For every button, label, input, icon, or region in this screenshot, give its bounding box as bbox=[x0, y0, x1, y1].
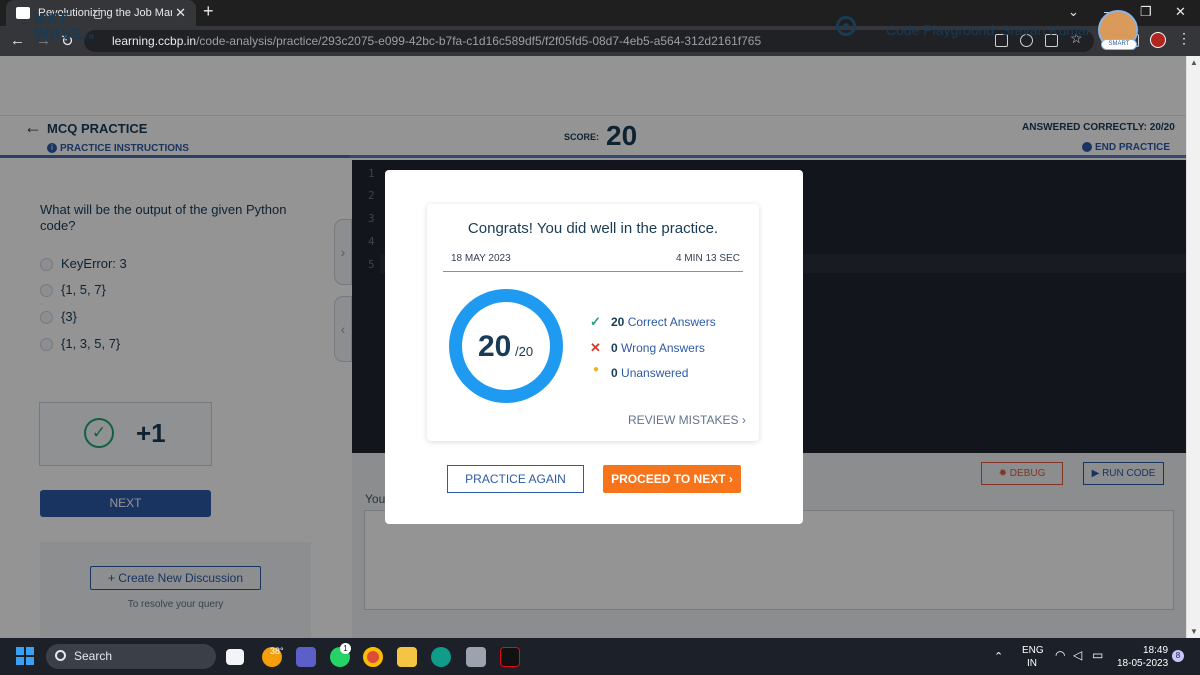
lock-icon[interactable] bbox=[94, 10, 102, 19]
review-mistakes-link[interactable]: REVIEW MISTAKES › bbox=[628, 413, 746, 427]
divider bbox=[443, 271, 743, 272]
search-icon bbox=[55, 650, 66, 661]
weather-temp: 38° bbox=[270, 646, 284, 656]
chevron-right-icon: › bbox=[728, 472, 733, 486]
tab-search-icon[interactable]: ⌄ bbox=[1068, 4, 1079, 20]
lang-secondary[interactable]: IN bbox=[1027, 658, 1037, 669]
unanswered-label: Unanswered bbox=[621, 366, 689, 380]
scroll-up-icon[interactable]: ▲ bbox=[1190, 58, 1198, 67]
logo-line2: WAVE bbox=[34, 26, 84, 43]
whatsapp-badge: 1 bbox=[340, 643, 351, 654]
profile-icon[interactable] bbox=[1150, 32, 1166, 48]
chevron-right-icon: › bbox=[741, 413, 746, 427]
windows-start-icon[interactable] bbox=[16, 647, 34, 665]
scroll-down-icon[interactable]: ▼ bbox=[1190, 627, 1198, 636]
close-window-icon[interactable]: ✕ bbox=[1175, 4, 1186, 20]
notification-badge[interactable]: 8 bbox=[1172, 650, 1184, 662]
wifi-icon[interactable]: ◠ bbox=[1055, 648, 1065, 662]
dot-icon: ● bbox=[593, 364, 600, 375]
proceed-label: PROCEED TO NEXT bbox=[611, 472, 726, 486]
correct-label: Correct Answers bbox=[627, 315, 716, 329]
review-label: REVIEW MISTAKES bbox=[628, 413, 739, 427]
code-playground-link[interactable]: Code Playground bbox=[886, 22, 994, 38]
congrats-message: Congrats! You did well in the practice. bbox=[467, 220, 719, 237]
clock-time[interactable]: 18:49 bbox=[1143, 645, 1168, 656]
windows-taskbar: Search ⌃ ◠ ◁ ▭ bbox=[0, 638, 1200, 675]
ring-score: 20 bbox=[478, 330, 512, 363]
favicon-icon bbox=[16, 7, 30, 19]
new-tab-icon[interactable]: + bbox=[203, 1, 214, 22]
stopwatch-icon[interactable] bbox=[836, 16, 856, 36]
correct-count: 20 bbox=[611, 315, 625, 329]
battery-icon[interactable]: ▭ bbox=[1092, 648, 1103, 662]
logo-line1: NXT bbox=[34, 11, 69, 28]
clock-date[interactable]: 18-05-2023 bbox=[1117, 658, 1168, 669]
practice-duration: 4 MIN 13 SEC bbox=[676, 253, 740, 264]
close-tab-icon[interactable]: ✕ bbox=[175, 5, 186, 21]
practice-date: 18 MAY 2023 bbox=[451, 253, 511, 264]
page-scrollbar[interactable]: ▲ ▼ bbox=[1186, 56, 1200, 638]
netflix-icon[interactable] bbox=[500, 647, 520, 667]
volume-icon[interactable]: ◁ bbox=[1073, 648, 1082, 662]
lang-primary[interactable]: ENG bbox=[1022, 645, 1044, 656]
chrome-icon[interactable] bbox=[363, 647, 383, 667]
wrong-answers: 0 Wrong Answers bbox=[611, 341, 705, 355]
edge-icon[interactable] bbox=[431, 647, 451, 667]
unanswered-count: 0 bbox=[611, 366, 618, 380]
camera-icon[interactable] bbox=[466, 647, 486, 667]
wrong-count: 0 bbox=[611, 341, 618, 355]
menu-icon[interactable]: ⋮ bbox=[1177, 30, 1191, 46]
maximize-icon[interactable]: ❐ bbox=[1140, 4, 1152, 20]
avatar-badge: SMART bbox=[1101, 39, 1137, 50]
logo-tm: TM bbox=[83, 35, 95, 41]
file-explorer-icon[interactable] bbox=[397, 647, 417, 667]
check-icon: ✓ bbox=[590, 314, 601, 329]
ring-total: /20 bbox=[515, 344, 534, 359]
cross-icon: ✕ bbox=[590, 340, 601, 355]
task-view-icon[interactable] bbox=[226, 649, 244, 665]
nxtwave-logo[interactable]: NXT WAVETM bbox=[34, 12, 95, 46]
practice-again-button[interactable]: PRACTICE AGAIN bbox=[447, 465, 584, 493]
back-icon[interactable]: ← bbox=[10, 32, 25, 49]
user-name[interactable]: Sravan Kumar bbox=[1001, 22, 1090, 38]
teams-icon[interactable] bbox=[296, 647, 316, 667]
wrong-label: Wrong Answers bbox=[621, 341, 705, 355]
tray-chevron-icon[interactable]: ⌃ bbox=[994, 650, 1003, 663]
unanswered: 0 Unanswered bbox=[611, 366, 688, 380]
taskbar-search[interactable]: Search bbox=[46, 644, 216, 669]
correct-answers: 20 Correct Answers bbox=[611, 315, 716, 329]
proceed-to-next-button[interactable]: PROCEED TO NEXT › bbox=[603, 465, 741, 493]
